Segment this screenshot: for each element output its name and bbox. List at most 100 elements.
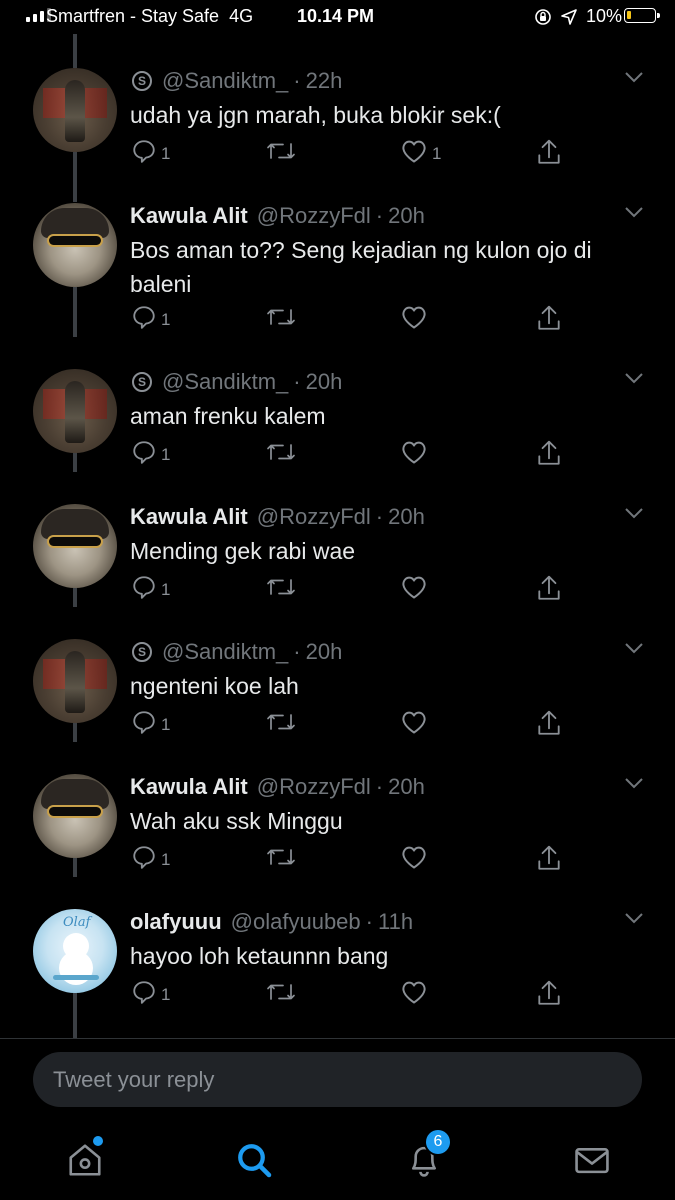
like-button[interactable]: 1 — [400, 138, 441, 164]
avatar[interactable] — [33, 369, 117, 453]
reply-button[interactable]: 1 — [131, 304, 170, 330]
like-button[interactable] — [400, 574, 432, 600]
share-icon — [538, 440, 560, 465]
tweet-author[interactable]: Kawula Alit — [130, 504, 248, 530]
share-button[interactable] — [536, 979, 562, 1007]
avatar[interactable]: Olaf — [33, 909, 117, 993]
share-button[interactable] — [536, 138, 562, 166]
tweet-handle[interactable]: @Sandiktm_ — [162, 639, 288, 665]
retweet-button[interactable] — [266, 439, 300, 465]
tweet-handle[interactable]: @RozzyFdl — [257, 774, 371, 800]
chevron-down-icon[interactable] — [624, 641, 644, 655]
status-time: 10.14 PM — [297, 6, 375, 26]
chevron-down-icon[interactable] — [624, 776, 644, 790]
share-icon — [538, 980, 560, 1005]
heart-icon — [402, 711, 426, 734]
share-button[interactable] — [536, 574, 562, 602]
tweet-author[interactable]: Kawula Alit — [130, 203, 248, 229]
tweet-header: S @Sandiktm_ · 20h — [130, 639, 342, 665]
tweet-time: 20h — [388, 774, 425, 799]
tab-messages[interactable] — [570, 1138, 614, 1182]
retweet-button[interactable] — [266, 844, 300, 870]
divider — [0, 1038, 675, 1039]
s-badge-icon: S — [132, 71, 152, 91]
avatar[interactable] — [33, 203, 117, 287]
retweet-button[interactable] — [266, 138, 300, 164]
chevron-down-icon[interactable] — [624, 506, 644, 520]
separator-dot: · — [293, 68, 301, 93]
reply-count: 1 — [161, 580, 171, 599]
separator-dot: · — [375, 504, 384, 529]
share-button[interactable] — [536, 304, 562, 332]
retweet-icon — [267, 309, 295, 325]
like-count: 1 — [432, 144, 442, 163]
share-button[interactable] — [536, 439, 562, 467]
chevron-down-icon[interactable] — [624, 371, 644, 385]
tweet-text: udah ya jgn marah, buka blokir sek:( — [130, 102, 501, 128]
reply-count: 1 — [161, 985, 171, 1004]
reply-button[interactable]: 1 — [131, 844, 170, 870]
tweet-time: 20h — [388, 203, 425, 228]
tweet[interactable]: S @Sandiktm_ · 20h aman frenku kalem 1 — [0, 357, 675, 492]
avatar-label: Olaf — [63, 915, 91, 930]
like-button[interactable] — [400, 304, 432, 330]
tweet-handle[interactable]: @Sandiktm_ — [162, 68, 288, 94]
tweet[interactable]: Kawula Alit @RozzyFdl · 20h Bos aman to?? S… — [0, 191, 675, 330]
retweet-icon — [267, 984, 295, 1000]
orientation-lock-icon — [535, 9, 551, 25]
like-button[interactable] — [400, 709, 432, 735]
tweet[interactable]: S @Sandiktm_ · 20h ngenteni koe lah 1 — [0, 627, 675, 762]
retweet-button[interactable] — [266, 979, 300, 1005]
chevron-down-icon[interactable] — [624, 911, 644, 925]
tweet-handle[interactable]: @RozzyFdl — [257, 203, 371, 229]
tweet-header: Kawula Alit @RozzyFdl · 20h — [130, 203, 425, 229]
tweet-author[interactable]: olafyuuu — [130, 909, 222, 935]
retweet-button[interactable] — [266, 709, 300, 735]
tweet[interactable]: Kawula Alit @RozzyFdl · 20h Mending gek rab… — [0, 492, 675, 627]
reply-button[interactable]: 1 — [131, 439, 170, 465]
tweet[interactable]: S @Sandiktm_ · 22h udah ya jgn marah, buka… — [0, 56, 675, 191]
tab-home[interactable] — [63, 1136, 107, 1182]
avatar[interactable] — [33, 774, 117, 858]
reply-button[interactable]: 1 — [131, 709, 170, 735]
avatar[interactable] — [33, 639, 117, 723]
tweet-author[interactable]: Kawula Alit — [130, 774, 248, 800]
heart-icon — [402, 441, 426, 464]
reply-input[interactable] — [33, 1052, 642, 1107]
tweet-handle[interactable]: @Sandiktm_ — [162, 369, 288, 395]
tweet-time: 20h — [305, 639, 343, 664]
avatar[interactable] — [33, 68, 117, 152]
tab-notifications[interactable]: 6 — [402, 1130, 450, 1182]
new-content-dot — [93, 1136, 103, 1146]
reply-icon — [133, 981, 155, 1004]
reply-count: 1 — [161, 445, 171, 464]
retweet-button[interactable] — [266, 304, 300, 330]
chevron-down-icon[interactable] — [624, 70, 644, 84]
mail-icon — [575, 1148, 609, 1174]
share-button[interactable] — [536, 709, 562, 737]
tweet-header: olafyuuu @olafyuubeb · 11h — [130, 909, 413, 935]
tweet[interactable]: Kawula Alit @RozzyFdl · 20h Wah aku ssk Min… — [0, 762, 675, 897]
reply-button[interactable]: 1 — [131, 138, 170, 164]
chevron-down-icon[interactable] — [624, 205, 644, 219]
retweet-button[interactable] — [266, 574, 300, 600]
share-button[interactable] — [536, 844, 562, 872]
like-button[interactable] — [400, 844, 432, 870]
tab-search[interactable] — [232, 1138, 276, 1182]
tweet-actions: 1 — [131, 439, 571, 469]
tweet-handle[interactable]: @RozzyFdl — [257, 504, 371, 530]
avatar[interactable] — [33, 504, 117, 588]
reply-count: 1 — [161, 310, 171, 329]
reply-icon — [133, 846, 155, 869]
reply-button[interactable]: 1 — [131, 979, 170, 1005]
tweet[interactable]: Olaf olafyuuu @olafyuubeb · 11h hayoo loh k… — [0, 897, 675, 1032]
heart-icon — [402, 576, 426, 599]
tweet-handle[interactable]: @olafyuubeb — [231, 909, 361, 935]
tweet-time: 22h — [305, 68, 343, 93]
tweet-header: Kawula Alit @RozzyFdl · 20h — [130, 774, 425, 800]
reply-button[interactable]: 1 — [131, 574, 170, 600]
like-button[interactable] — [400, 979, 432, 1005]
reply-box[interactable] — [33, 1052, 642, 1107]
retweet-icon — [267, 579, 295, 595]
like-button[interactable] — [400, 439, 432, 465]
